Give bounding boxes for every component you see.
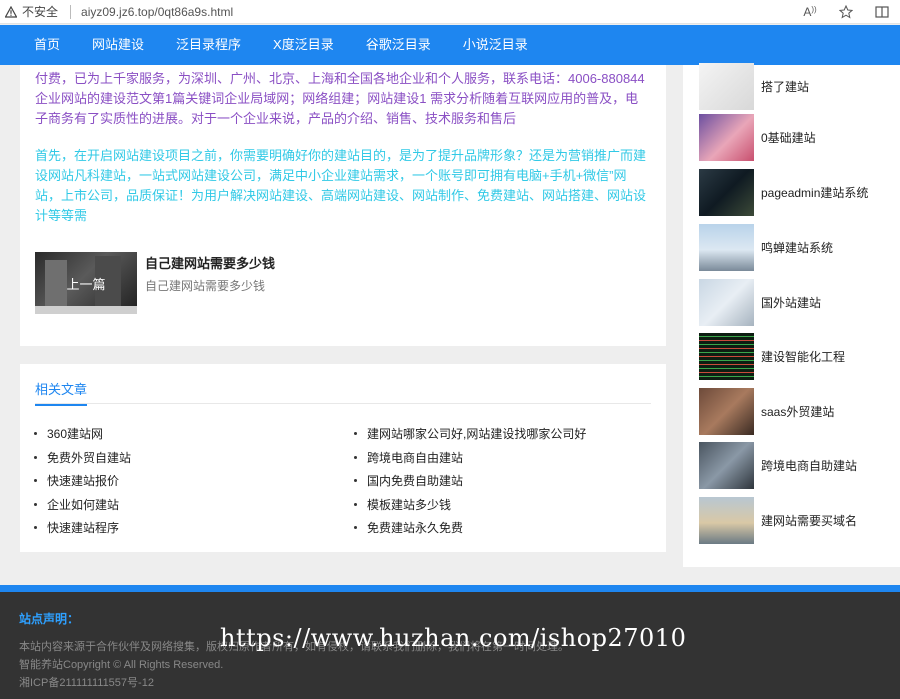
related-articles-card: 相关文章 360建站网 免费外贸自建站 快速建站报价 企业如何建站 快速建站程序… bbox=[20, 364, 666, 552]
sidebar-item-label[interactable]: saas外贸建站 bbox=[761, 403, 834, 420]
warning-icon bbox=[5, 5, 17, 18]
sidebar-item[interactable]: 建网站需要买域名 bbox=[699, 497, 889, 544]
url-field[interactable]: aiyz09.jz6.top/0qt86a9s.html bbox=[81, 5, 233, 19]
favorite-button[interactable] bbox=[828, 0, 864, 24]
related-link[interactable]: 免费建站永久免费 bbox=[354, 516, 586, 540]
sidebar-thumbnail[interactable] bbox=[699, 63, 754, 110]
sidebar-item[interactable]: 0基础建站 bbox=[699, 114, 889, 161]
bullet-icon bbox=[34, 479, 37, 483]
related-link[interactable]: 国内免费自助建站 bbox=[354, 469, 586, 493]
prev-article-title[interactable]: 自己建网站需要多少钱 bbox=[145, 253, 275, 272]
sidebar-thumbnail[interactable] bbox=[699, 279, 754, 326]
sidebar: 搭了建站 0基础建站 pageadmin建站系统 鸣蝉建站系统 国外站建站 建设… bbox=[683, 63, 900, 567]
bullet-icon bbox=[354, 526, 357, 530]
nav-item-fan-catalog[interactable]: 泛目录程序 bbox=[160, 25, 257, 65]
watermark-text: https://www.huzhan.com/ishop27010 bbox=[220, 624, 687, 652]
read-aloud-icon: A bbox=[803, 5, 812, 19]
sidebar-thumbnail[interactable] bbox=[699, 114, 754, 161]
sidebar-item[interactable]: 建设智能化工程 bbox=[699, 333, 889, 380]
related-divider bbox=[35, 403, 651, 404]
sidebar-thumbnail[interactable] bbox=[699, 442, 754, 489]
sidebar-item-label[interactable]: 0基础建站 bbox=[761, 129, 816, 146]
footer-title: 站点声明： bbox=[19, 612, 80, 626]
split-screen-icon bbox=[875, 6, 889, 18]
security-label[interactable]: 不安全 bbox=[22, 3, 58, 20]
sidebar-thumbnail[interactable] bbox=[699, 224, 754, 271]
split-screen-button[interactable] bbox=[864, 0, 900, 24]
sidebar-item[interactable]: 搭了建站 bbox=[699, 63, 889, 110]
footer-icp[interactable]: 湘ICP备211111111557号-12 bbox=[19, 674, 154, 690]
browser-toolbar: A)) bbox=[792, 0, 900, 24]
footer-copyright: 智能养站Copyright © All Rights Reserved. bbox=[19, 659, 224, 671]
sidebar-thumbnail[interactable] bbox=[699, 333, 754, 380]
thumbnail-bottom-strip bbox=[35, 306, 137, 314]
article-card: 付费，已为上千家服务，为深圳、广州、北京、上海和全国各地企业和个人服务，联系电话… bbox=[20, 65, 666, 346]
prev-article-thumbnail[interactable]: 上一篇 bbox=[35, 252, 137, 314]
sidebar-item[interactable]: 国外站建站 bbox=[699, 279, 889, 326]
sidebar-item-label[interactable]: 国外站建站 bbox=[761, 294, 821, 311]
nav-item-novel-catalog[interactable]: 小说泛目录 bbox=[447, 25, 544, 65]
sidebar-item-label[interactable]: 建网站需要买域名 bbox=[761, 512, 857, 529]
prev-article-label[interactable]: 上一篇 bbox=[35, 274, 137, 293]
related-list-right: 建网站哪家公司好,网站建设找哪家公司好 跨境电商自由建站 国内免费自助建站 模板… bbox=[354, 422, 586, 540]
article-paragraph-1: 付费，已为上千家服务，为深圳、广州、北京、上海和全国各地企业和个人服务，联系电话… bbox=[35, 71, 645, 126]
sidebar-item-label[interactable]: 跨境电商自助建站 bbox=[761, 457, 857, 474]
sidebar-item[interactable]: saas外贸建站 bbox=[699, 388, 889, 435]
sidebar-item-label[interactable]: 建设智能化工程 bbox=[761, 348, 845, 365]
related-link[interactable]: 快速建站报价 bbox=[34, 469, 131, 493]
sidebar-thumbnail[interactable] bbox=[699, 169, 754, 216]
star-icon bbox=[839, 5, 853, 19]
nav-item-google-catalog[interactable]: 谷歌泛目录 bbox=[350, 25, 447, 65]
sidebar-item[interactable]: pageadmin建站系统 bbox=[699, 169, 889, 216]
bullet-icon bbox=[354, 432, 357, 436]
bullet-icon bbox=[34, 432, 37, 436]
address-divider bbox=[70, 4, 72, 19]
related-link[interactable]: 建网站哪家公司好,网站建设找哪家公司好 bbox=[354, 422, 586, 446]
bullet-icon bbox=[34, 455, 37, 459]
prev-article-desc: 自己建网站需要多少钱 bbox=[145, 279, 266, 293]
browser-address-bar: 不安全 aiyz09.jz6.top/0qt86a9s.html A)) bbox=[0, 0, 900, 24]
footer-accent-bar bbox=[0, 585, 900, 592]
nav-item-home[interactable]: 首页 bbox=[0, 25, 76, 65]
related-link[interactable]: 快速建站程序 bbox=[34, 516, 131, 540]
sidebar-item[interactable]: 鸣蝉建站系统 bbox=[699, 224, 889, 271]
bullet-icon bbox=[34, 502, 37, 506]
article-paragraph-2: 首先，在开启网站建设项目之前，你需要明确好你的建站目的，是为了提升品牌形象？还是… bbox=[35, 148, 647, 223]
sidebar-thumbnail[interactable] bbox=[699, 388, 754, 435]
sidebar-item-label[interactable]: 搭了建站 bbox=[761, 78, 809, 95]
related-list-left: 360建站网 免费外贸自建站 快速建站报价 企业如何建站 快速建站程序 bbox=[34, 422, 131, 540]
sidebar-thumbnail[interactable] bbox=[699, 497, 754, 544]
sidebar-item-label[interactable]: pageadmin建站系统 bbox=[761, 184, 868, 201]
main-nav: 首页 网站建设 泛目录程序 X度泛目录 谷歌泛目录 小说泛目录 bbox=[0, 25, 900, 65]
sidebar-item[interactable]: 跨境电商自助建站 bbox=[699, 442, 889, 489]
bullet-icon bbox=[34, 526, 37, 530]
related-link[interactable]: 免费外贸自建站 bbox=[34, 446, 131, 470]
related-link[interactable]: 模板建站多少钱 bbox=[354, 493, 586, 517]
nav-item-x-catalog[interactable]: X度泛目录 bbox=[257, 25, 350, 65]
read-aloud-button[interactable]: A)) bbox=[792, 0, 828, 24]
bullet-icon bbox=[354, 502, 357, 506]
nav-item-website-build[interactable]: 网站建设 bbox=[76, 25, 160, 65]
bullet-icon bbox=[354, 455, 357, 459]
related-link[interactable]: 跨境电商自由建站 bbox=[354, 446, 586, 470]
related-link[interactable]: 企业如何建站 bbox=[34, 493, 131, 517]
sidebar-item-label[interactable]: 鸣蝉建站系统 bbox=[761, 239, 833, 256]
related-heading: 相关文章 bbox=[35, 379, 88, 406]
related-link[interactable]: 360建站网 bbox=[34, 422, 131, 446]
bullet-icon bbox=[354, 479, 357, 483]
